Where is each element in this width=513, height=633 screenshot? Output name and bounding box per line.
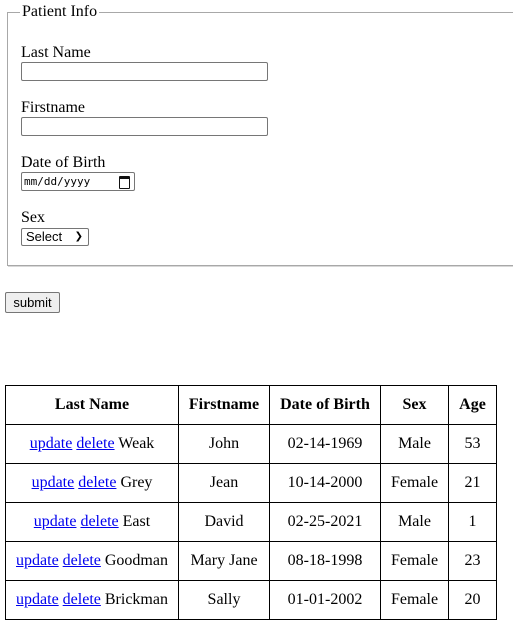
delete-link[interactable]: delete (63, 591, 101, 608)
last-name-value: Weak (118, 435, 155, 452)
cell-firstname: Sally (178, 580, 270, 620)
firstname-label: Firstname (21, 99, 85, 116)
sex-selected-value: Select (26, 229, 63, 244)
header-sex: Sex (380, 385, 449, 425)
header-age: Age (448, 385, 497, 425)
cell-age: 20 (448, 580, 497, 620)
patients-table: Last Name Firstname Date of Birth Sex Ag… (5, 385, 497, 620)
table-row: update delete Grey Jean 10-14-2000 Female 21 (5, 463, 497, 503)
table-row: update delete Weak John 02-14-1969 Male 53 (5, 424, 497, 464)
cell-age: 21 (448, 463, 497, 503)
cell-last-name: update delete Weak (5, 424, 179, 464)
cell-dob: 02-14-1969 (269, 424, 381, 464)
cell-last-name: update delete Brickman (5, 580, 179, 620)
cell-firstname: John (178, 424, 270, 464)
update-link[interactable]: update (34, 513, 77, 530)
table-row: update delete Brickman Sally 01-01-2002 Fem… (5, 580, 497, 620)
update-link[interactable]: update (32, 474, 75, 491)
cell-age: 53 (448, 424, 497, 464)
last-name-input[interactable] (21, 62, 268, 81)
last-name-value: Brickman (104, 591, 168, 608)
calendar-icon[interactable] (119, 176, 130, 189)
sex-label: Sex (21, 209, 45, 226)
cell-last-name: update delete East (5, 502, 179, 542)
dob-input[interactable]: mm/dd/yyyy (21, 172, 135, 191)
update-link[interactable]: update (16, 591, 59, 608)
cell-age: 1 (448, 502, 497, 542)
update-link[interactable]: update (30, 435, 73, 452)
table-row: update delete East David 02-25-2021 Male 1 (5, 502, 497, 542)
cell-dob: 10-14-2000 (269, 463, 381, 503)
sex-select[interactable]: Select ❯ (21, 228, 89, 246)
cell-age: 23 (448, 541, 497, 581)
header-dob: Date of Birth (269, 385, 381, 425)
last-name-value: East (122, 513, 151, 530)
update-link[interactable]: update (16, 552, 59, 569)
header-last-name: Last Name (5, 385, 179, 425)
cell-sex: Male (380, 424, 449, 464)
delete-link[interactable]: delete (80, 513, 118, 530)
cell-firstname: David (178, 502, 270, 542)
delete-link[interactable]: delete (63, 552, 101, 569)
table-header-row: Last Name Firstname Date of Birth Sex Ag… (5, 385, 497, 425)
delete-link[interactable]: delete (78, 474, 116, 491)
cell-dob: 01-01-2002 (269, 580, 381, 620)
cell-last-name: update delete Grey (5, 463, 179, 503)
cell-last-name: update delete Goodman (5, 541, 179, 581)
last-name-value: Goodman (104, 552, 168, 569)
cell-firstname: Mary Jane (178, 541, 270, 581)
last-name-label: Last Name (21, 44, 91, 61)
submit-button[interactable]: submit (5, 292, 60, 313)
last-name-value: Grey (120, 474, 153, 491)
cell-firstname: Jean (178, 463, 270, 503)
delete-link[interactable]: delete (76, 435, 114, 452)
dob-placeholder: mm/dd/yyyy (24, 175, 91, 188)
patient-info-legend: Patient Info (22, 3, 98, 20)
table-row: update delete Goodman Mary Jane 08-18-1998… (5, 541, 497, 581)
cell-dob: 02-25-2021 (269, 502, 381, 542)
firstname-input[interactable] (21, 117, 268, 136)
cell-sex: Male (380, 502, 449, 542)
dob-label: Date of Birth (21, 154, 106, 171)
cell-sex: Female (380, 463, 449, 503)
chevron-down-icon: ❯ (74, 231, 83, 242)
header-firstname: Firstname (178, 385, 270, 425)
cell-dob: 08-18-1998 (269, 541, 381, 581)
cell-sex: Female (380, 580, 449, 620)
cell-sex: Female (380, 541, 449, 581)
